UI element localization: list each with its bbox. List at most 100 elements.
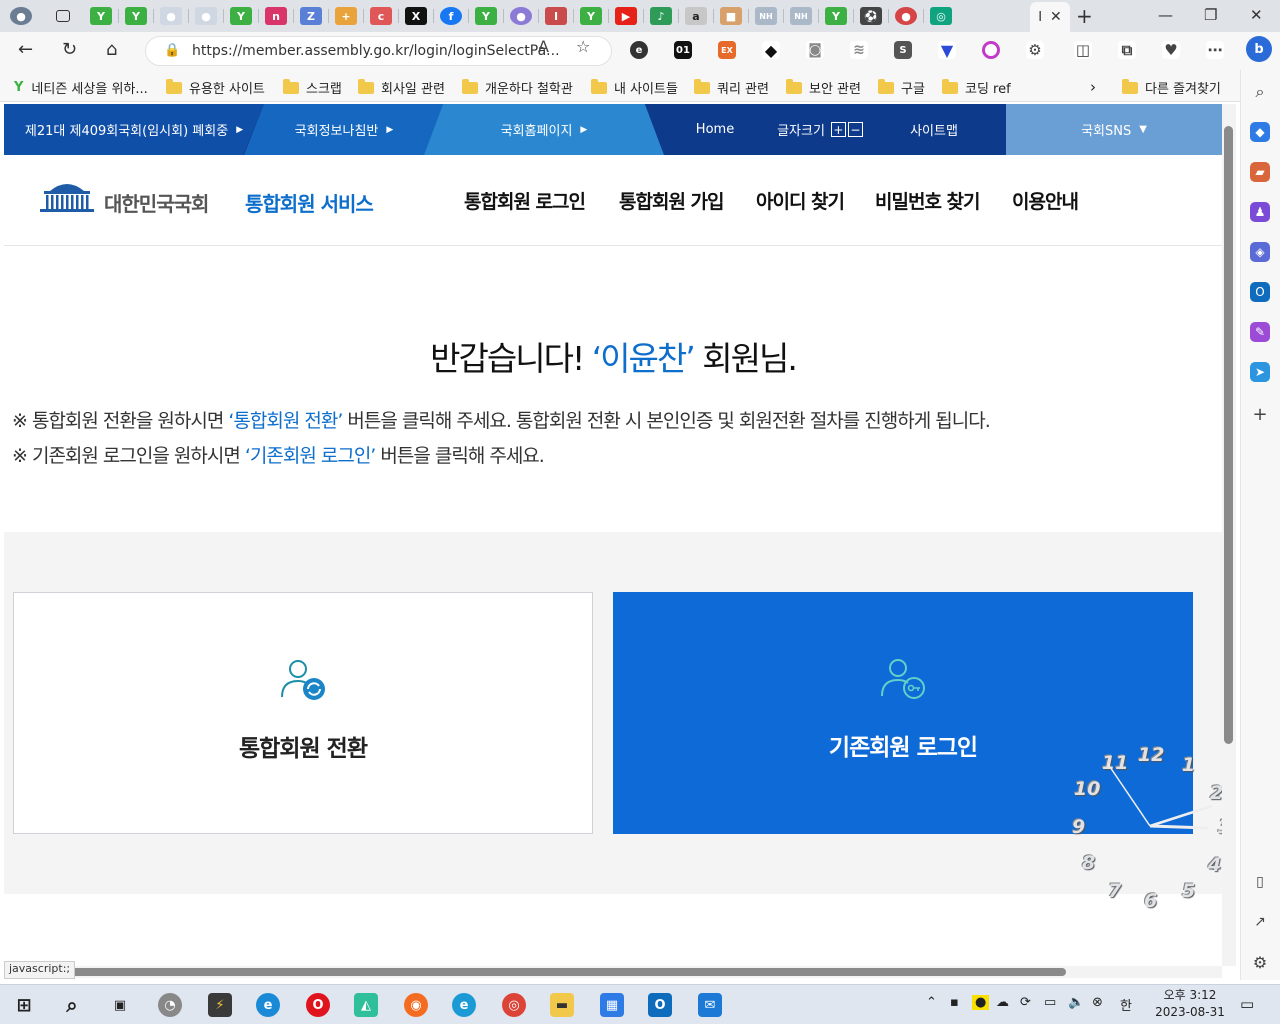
- nh-tab-icon[interactable]: NH: [755, 7, 777, 25]
- add-icon[interactable]: +: [1250, 404, 1270, 425]
- opera-icon[interactable]: O: [306, 993, 330, 1017]
- edge-icon[interactable]: e: [452, 993, 476, 1017]
- more-menu-icon[interactable]: ⋯: [1206, 41, 1224, 59]
- split-screen-icon[interactable]: ◫: [1074, 41, 1092, 59]
- camera-icon[interactable]: ◙: [806, 41, 824, 59]
- horizontal-scroll-thumb[interactable]: [68, 968, 1066, 976]
- extensions-puzzle-icon[interactable]: ⚙: [1026, 41, 1044, 59]
- youtube-tab-icon[interactable]: ▶: [615, 7, 637, 25]
- active-tab[interactable]: I ✕: [1030, 2, 1070, 32]
- file-explorer-icon[interactable]: ▬: [550, 993, 574, 1017]
- task-view-icon[interactable]: ▣: [108, 993, 132, 1017]
- z-tab-icon[interactable]: Z: [300, 7, 322, 25]
- vertical-scroll-thumb[interactable]: [1224, 126, 1233, 744]
- outlook-icon[interactable]: O: [1250, 282, 1270, 302]
- bookmark-folder[interactable]: 쿼리 관련: [694, 78, 769, 97]
- search-icon[interactable]: ⌕: [1250, 82, 1270, 102]
- naver-tab-icon[interactable]: Y: [230, 7, 252, 25]
- home-icon[interactable]: ⌂: [106, 39, 117, 60]
- legacy-login-button[interactable]: 기존회원 로그인: [613, 592, 1193, 834]
- read-aloud-icon[interactable]: A: [538, 37, 549, 56]
- naver-tab-icon[interactable]: Y: [475, 7, 497, 25]
- minimize-icon[interactable]: —: [1158, 6, 1173, 24]
- menu-signup[interactable]: 통합회원 가입: [619, 187, 724, 214]
- zoom-out-icon[interactable]: −: [847, 122, 863, 137]
- tab-favicon-icon[interactable]: ■: [720, 7, 742, 25]
- restore-icon[interactable]: ❐: [1204, 6, 1217, 24]
- naver-tab-icon[interactable]: Y: [90, 7, 112, 25]
- session-status-link[interactable]: 제21대 제409회국회(임시회) 폐회중 ▶: [4, 104, 264, 155]
- new-tab-icon[interactable]: +: [1076, 4, 1093, 28]
- service-name[interactable]: 통합회원 서비스: [245, 188, 374, 217]
- onedrive-icon[interactable]: ☁: [996, 995, 1009, 1010]
- info-compass-link[interactable]: 국회정보나침반 ▶: [244, 104, 444, 155]
- amazon-tab-icon[interactable]: a: [685, 7, 707, 25]
- sidebar-panel-icon[interactable]: ▯: [1250, 872, 1270, 892]
- volume-icon[interactable]: 🔈: [1068, 995, 1084, 1010]
- sync-icon[interactable]: ⟳: [1020, 995, 1031, 1010]
- naver-tab-icon[interactable]: Y: [825, 7, 847, 25]
- sns-dropdown[interactable]: 국회SNS ▼: [1006, 104, 1222, 155]
- settings-gear-icon[interactable]: ⚙: [1250, 952, 1270, 972]
- performance-icon[interactable]: ♥: [1162, 41, 1180, 59]
- bookmark-folder[interactable]: 내 사이트들: [591, 78, 678, 97]
- external-link-icon[interactable]: ↗: [1250, 912, 1270, 932]
- lock-icon[interactable]: 🔒: [164, 43, 180, 58]
- extension-icon[interactable]: e: [630, 41, 648, 59]
- chrome-icon[interactable]: ◎: [502, 993, 526, 1017]
- mail-icon[interactable]: ✉: [698, 993, 722, 1017]
- tray-app-icon[interactable]: ▪: [950, 995, 959, 1010]
- network-icon[interactable]: ▭: [1044, 995, 1056, 1010]
- bookmark-folder[interactable]: 코딩 ref: [942, 78, 1011, 97]
- sitemap-link[interactable]: 사이트맵: [894, 104, 974, 155]
- close-tab-icon[interactable]: ✕: [1050, 9, 1062, 25]
- bookmark-folder[interactable]: 구글: [878, 78, 925, 97]
- notion-tab-icon[interactable]: n: [265, 7, 287, 25]
- send-icon[interactable]: ➤: [1250, 362, 1270, 382]
- other-bookmarks[interactable]: 다른 즐겨찾기: [1122, 78, 1221, 97]
- extension-icon[interactable]: ◆: [762, 41, 780, 60]
- tab-favicon-icon[interactable]: c: [370, 7, 392, 25]
- designer-icon[interactable]: ✎: [1250, 322, 1270, 342]
- zoom-in-icon[interactable]: +: [830, 122, 846, 137]
- mute-notice-icon[interactable]: ⊗: [1092, 995, 1103, 1010]
- start-icon[interactable]: ⊞: [12, 993, 36, 1017]
- tab-favicon-icon[interactable]: ●: [160, 7, 182, 25]
- back-icon[interactable]: ←: [18, 39, 33, 60]
- download-icon[interactable]: ▼: [938, 41, 956, 60]
- menu-guide[interactable]: 이용안내: [1012, 187, 1079, 214]
- collections-icon[interactable]: ⧉: [1118, 41, 1136, 59]
- tab-favicon-icon[interactable]: ●: [510, 7, 532, 25]
- assembly-logo-icon[interactable]: [36, 179, 98, 213]
- x-tab-icon[interactable]: X: [405, 7, 427, 25]
- bookmark-item[interactable]: Y 네티즌 세상을 위하...: [14, 78, 148, 97]
- menu-find-password[interactable]: 비밀번호 찾기: [875, 187, 980, 214]
- tab-favicon-icon[interactable]: ⚽: [860, 7, 882, 25]
- color-picker-icon[interactable]: [982, 41, 1000, 59]
- vertical-scrollbar[interactable]: [1222, 104, 1236, 966]
- menu-find-id[interactable]: 아이디 찾기: [756, 187, 845, 214]
- microsoft365-icon[interactable]: ◈: [1250, 242, 1270, 262]
- app-icon[interactable]: ◔: [158, 993, 182, 1017]
- profile-avatar-icon[interactable]: ●: [10, 7, 32, 25]
- tab-actions-icon[interactable]: [56, 10, 70, 22]
- app-icon[interactable]: ⚡: [208, 993, 232, 1017]
- kakaotalk-icon[interactable]: ●: [972, 995, 990, 1010]
- extension-ex-icon[interactable]: EX: [718, 41, 736, 59]
- home-link[interactable]: Home: [680, 104, 750, 155]
- tools-icon[interactable]: ▰: [1250, 162, 1270, 182]
- firefox-icon[interactable]: ◉: [404, 993, 428, 1017]
- menu-integrated-login[interactable]: 통합회원 로그인: [464, 187, 586, 214]
- naver-tab-icon[interactable]: Y: [580, 7, 602, 25]
- search-icon[interactable]: ⌕: [60, 993, 84, 1017]
- org-name[interactable]: 대한민국국회: [104, 188, 209, 217]
- bookmark-folder[interactable]: 개운하다 철학관: [462, 78, 573, 97]
- assembly-homepage-link[interactable]: 국회홈페이지 ▶: [424, 104, 664, 155]
- shopping-icon[interactable]: ◆: [1250, 122, 1270, 142]
- tab-favicon-icon[interactable]: I: [545, 7, 567, 25]
- tab-favicon-icon[interactable]: +: [335, 7, 357, 25]
- favorite-star-icon[interactable]: ☆: [576, 37, 590, 56]
- naver-tab-icon[interactable]: Y: [125, 7, 147, 25]
- bing-copilot-icon[interactable]: b: [1246, 36, 1272, 62]
- bookmark-folder[interactable]: 보안 관련: [786, 78, 861, 97]
